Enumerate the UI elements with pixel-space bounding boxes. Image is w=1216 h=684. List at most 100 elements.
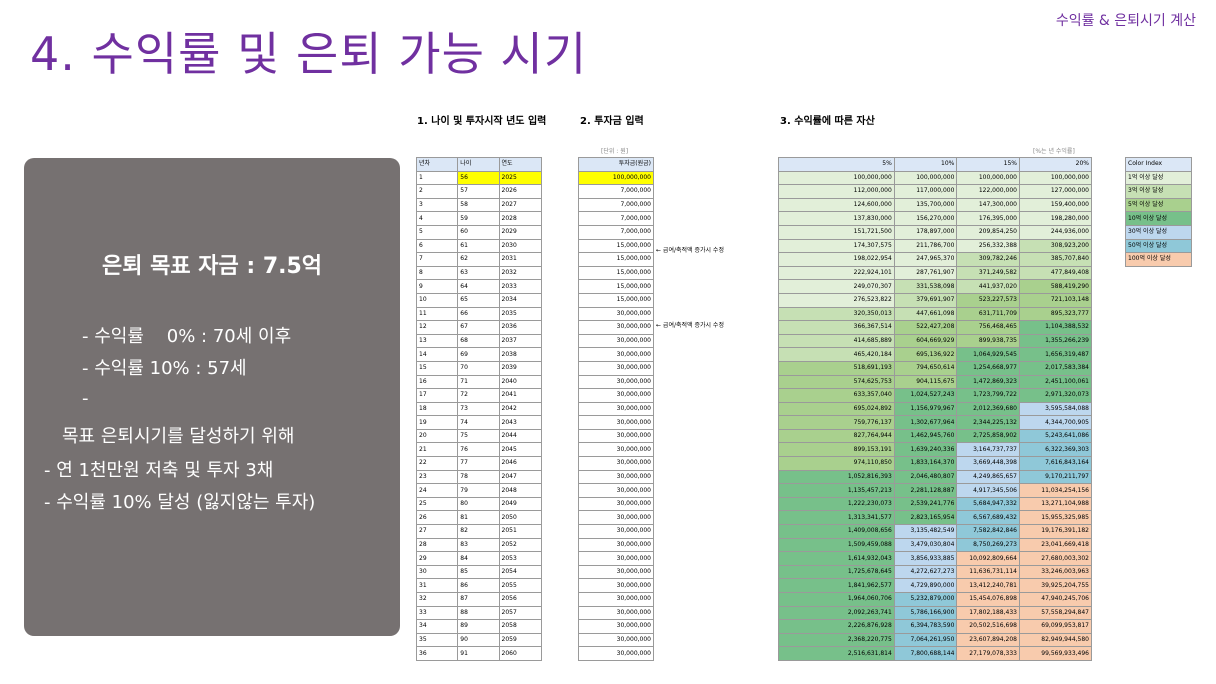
table-cell: 20,502,516,698 [956, 619, 1020, 634]
table-cell: 9,170,211,797 [1018, 469, 1093, 485]
table-cell: 87 [457, 592, 500, 607]
table-cell: 287,761,907 [893, 265, 958, 281]
table-row: 2,516,631,814 7,800,688,144 27,179,078,333… [778, 646, 1093, 661]
header-cell: 년차 [415, 157, 459, 172]
table-cell: 10,092,809,664 [956, 551, 1020, 566]
table-row: 30,000,000 [578, 551, 654, 566]
table-cell: 371,249,582 [956, 265, 1020, 281]
table-cell: 2040 [498, 374, 542, 390]
table-cell: 523,227,573 [956, 292, 1020, 308]
table-row: 15,000,000 [578, 238, 654, 254]
table-row: 30,000,000 [578, 646, 654, 661]
table-cell: 4,917,345,506 [956, 483, 1020, 498]
table-cell: 22 [415, 456, 459, 471]
table-row: 30,000,000 [578, 360, 654, 376]
table-cell: 57,558,294,847 [1018, 605, 1093, 621]
table-cell: 151,721,500 [778, 224, 895, 240]
table-row: 1,135,457,213 2,281,128,887 4,917,345,506 1… [778, 483, 1093, 498]
table-cell: 3,856,933,885 [893, 551, 958, 566]
table-cell: 2,539,241,776 [893, 496, 958, 512]
table-cell: 1,833,164,370 [893, 456, 958, 471]
table-row: 137,830,000 156,270,000 176,395,000 198,280… [778, 211, 1093, 226]
summary-line-3: - [82, 388, 89, 409]
table-cell: 247,965,370 [893, 252, 958, 267]
table-row: 276,523,822 379,691,907 523,227,573 721,103… [778, 292, 1093, 308]
table-cell: 1,409,008,656 [778, 524, 895, 539]
table-cell: 3 [415, 197, 459, 213]
table-row: 30,000,000 [578, 483, 654, 498]
table-row: 518,691,193 794,650,614 1,254,668,977 2,017… [778, 360, 1093, 376]
table-cell: 574,625,753 [778, 374, 895, 390]
table-row: 15,000,000 [578, 252, 654, 267]
table-cell: 23 [415, 469, 459, 485]
table-cell: 85 [457, 564, 500, 580]
table-row: 2,368,220,775 7,064,261,950 23,607,894,208… [778, 632, 1093, 648]
table-cell: 721,103,148 [1018, 292, 1093, 308]
table-row: 7,000,000 [578, 184, 654, 199]
table-row: 366,367,514 522,427,208 756,468,465 1,104,3… [778, 320, 1093, 335]
table-cell: 30,000,000 [578, 374, 654, 390]
table-cell: 1,156,979,967 [893, 401, 958, 417]
table-row: 5 60 2029 [415, 224, 542, 240]
table-cell: 256,332,388 [956, 238, 1020, 254]
table-cell: 89 [457, 619, 500, 634]
table-cell: 80 [457, 496, 500, 512]
table-cell: 60 [457, 224, 500, 240]
table-cell: 15 [415, 360, 459, 376]
table-row: 30,000,000 [578, 428, 654, 444]
table-cell: 15,955,325,985 [1018, 510, 1093, 526]
table-cell: 1,462,945,760 [893, 428, 958, 444]
table-cell: 2,516,631,814 [778, 646, 895, 661]
table-cell: 1,472,869,323 [956, 374, 1020, 390]
table-cell: 5,684,947,332 [956, 496, 1020, 512]
table-cell: 7,800,688,144 [893, 646, 958, 661]
table-cell: 84 [457, 551, 500, 566]
table-row: 15,000,000 [578, 279, 654, 294]
table-cell: 1,355,266,239 [1018, 333, 1093, 349]
table-row: 414,685,889 604,669,929 899,938,735 1,355,2… [778, 333, 1093, 349]
table-cell: 30,000,000 [578, 605, 654, 621]
table-cell: 88 [457, 605, 500, 621]
table-cell: 33 [415, 605, 459, 621]
table-cell: 1,052,816,393 [778, 469, 895, 485]
legend-row: 3억 이상 달성 [1125, 184, 1192, 199]
table-cell: 33,246,003,963 [1018, 564, 1093, 580]
table-cell: 77 [457, 456, 500, 471]
table-cell: 695,024,892 [778, 401, 895, 417]
table-cell: 30,000,000 [578, 360, 654, 376]
table-cell: 30,000,000 [578, 483, 654, 498]
table-row: 7,000,000 [578, 197, 654, 213]
table-cell: 30,000,000 [578, 537, 654, 553]
table-cell: 30,000,000 [578, 320, 654, 335]
table-cell: 2029 [498, 224, 542, 240]
table-cell: 82,949,944,580 [1018, 632, 1093, 648]
table-header-row: 년차 나이 연도 [415, 157, 542, 172]
age-year-table: 년차 나이 연도 1 56 2025 2 57 2026 3 58 2027 4 59 2028 5 60 202… [415, 157, 542, 661]
table-cell: 147,300,000 [956, 197, 1020, 213]
table-header-row: 투자금(원금) [578, 157, 654, 172]
table-row: 1 56 2025 [415, 170, 542, 186]
table-row: 30,000,000 [578, 401, 654, 417]
table-row: 15 70 2039 [415, 360, 542, 376]
table-cell: 79 [457, 483, 500, 498]
table-row: 30,000,000 [578, 388, 654, 403]
table-row: 151,721,500 178,897,000 209,854,250 244,936… [778, 224, 1093, 240]
table-cell: 604,669,929 [893, 333, 958, 349]
table-cell: 695,136,922 [893, 347, 958, 362]
table-cell: 222,924,101 [778, 265, 895, 281]
table-cell: 756,468,465 [956, 320, 1020, 335]
table-cell: 2027 [498, 197, 542, 213]
table-row: 222,924,101 287,761,907 371,249,582 477,849… [778, 265, 1093, 281]
table-cell: 2,344,225,132 [956, 415, 1020, 430]
legend-row: 10억 이상 달성 [1125, 211, 1192, 226]
table-row: 1,313,341,577 2,823,165,954 6,567,689,432 1… [778, 510, 1093, 526]
table-cell: 2,017,583,384 [1018, 360, 1093, 376]
table-cell: 28 [415, 537, 459, 553]
table-cell: 1,302,677,964 [893, 415, 958, 430]
table-cell: 477,849,408 [1018, 265, 1093, 281]
header-cell: 20% [1018, 157, 1093, 172]
table-row: 30,000,000 [578, 578, 654, 593]
table-row: 1,964,060,706 5,232,879,000 15,454,076,898… [778, 592, 1093, 607]
table-row: 1,725,678,645 4,272,627,273 11,636,731,114… [778, 564, 1093, 580]
table-cell: 2053 [498, 551, 542, 566]
